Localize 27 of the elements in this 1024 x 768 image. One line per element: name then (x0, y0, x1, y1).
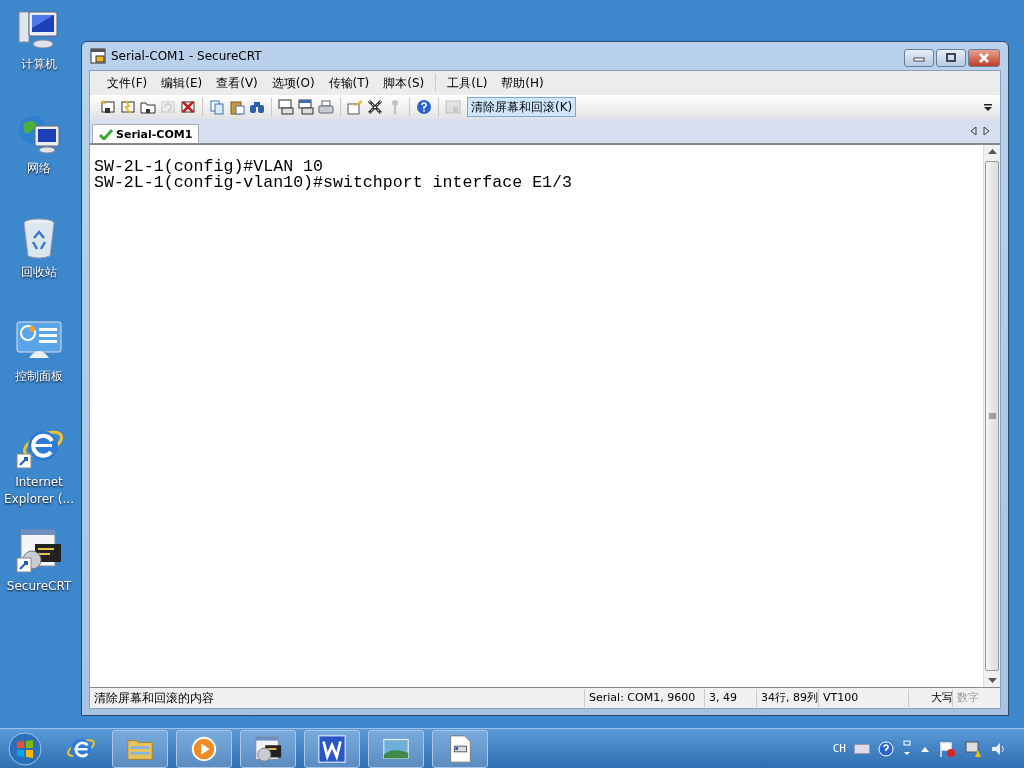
menu-item[interactable]: 文件(F) (100, 74, 155, 92)
terminal-line: SW-2L-1(config)#VLAN 10 (94, 159, 324, 175)
menu-item[interactable]: 查看(V) (209, 74, 265, 92)
session-tab[interactable]: Serial-COM1 (92, 124, 200, 143)
language-indicator[interactable]: CH (832, 742, 846, 755)
status-field: 34行, 89列 (756, 689, 818, 707)
desktop-icon-label[interactable]: 控制面板 (0, 368, 78, 385)
status-field: 3, 49 (704, 689, 756, 707)
menu-item[interactable]: 选项(O) (264, 74, 322, 92)
status-field: 大写 (908, 689, 952, 707)
status-field: VT100 (818, 689, 908, 707)
clear-screen-button[interactable]: 清除屏幕和回滚(K) (467, 97, 577, 117)
desktop-icon-label[interactable]: 网络 (0, 160, 78, 177)
window-title: Serial-COM1 - SecureCRT (111, 49, 262, 63)
desktop-icon-label[interactable]: SecureCRT (0, 578, 78, 595)
status-field: Serial: COM1, 9600 (584, 689, 704, 707)
menu-item[interactable]: 工具(L) (440, 74, 495, 92)
status-field: 清除屏幕和回滚的内容 (90, 689, 584, 707)
desktop-icon-label[interactable]: 计算机 (0, 56, 78, 73)
terminal-line: SW-2L-1(config-vlan10)#switchport interface E1/3 (94, 175, 573, 191)
menu-item[interactable]: 帮助(H) (494, 74, 551, 92)
status-field: 数字 (952, 689, 984, 707)
desktop-icon-label[interactable]: 回收站 (0, 264, 78, 281)
menu-item[interactable]: 传输(T) (321, 74, 377, 92)
menu-item[interactable]: 脚本(S) (376, 74, 432, 92)
desktop-icon-label[interactable]: Internet Explorer (... (0, 474, 78, 508)
menu-item[interactable]: 编辑(E) (154, 74, 210, 92)
